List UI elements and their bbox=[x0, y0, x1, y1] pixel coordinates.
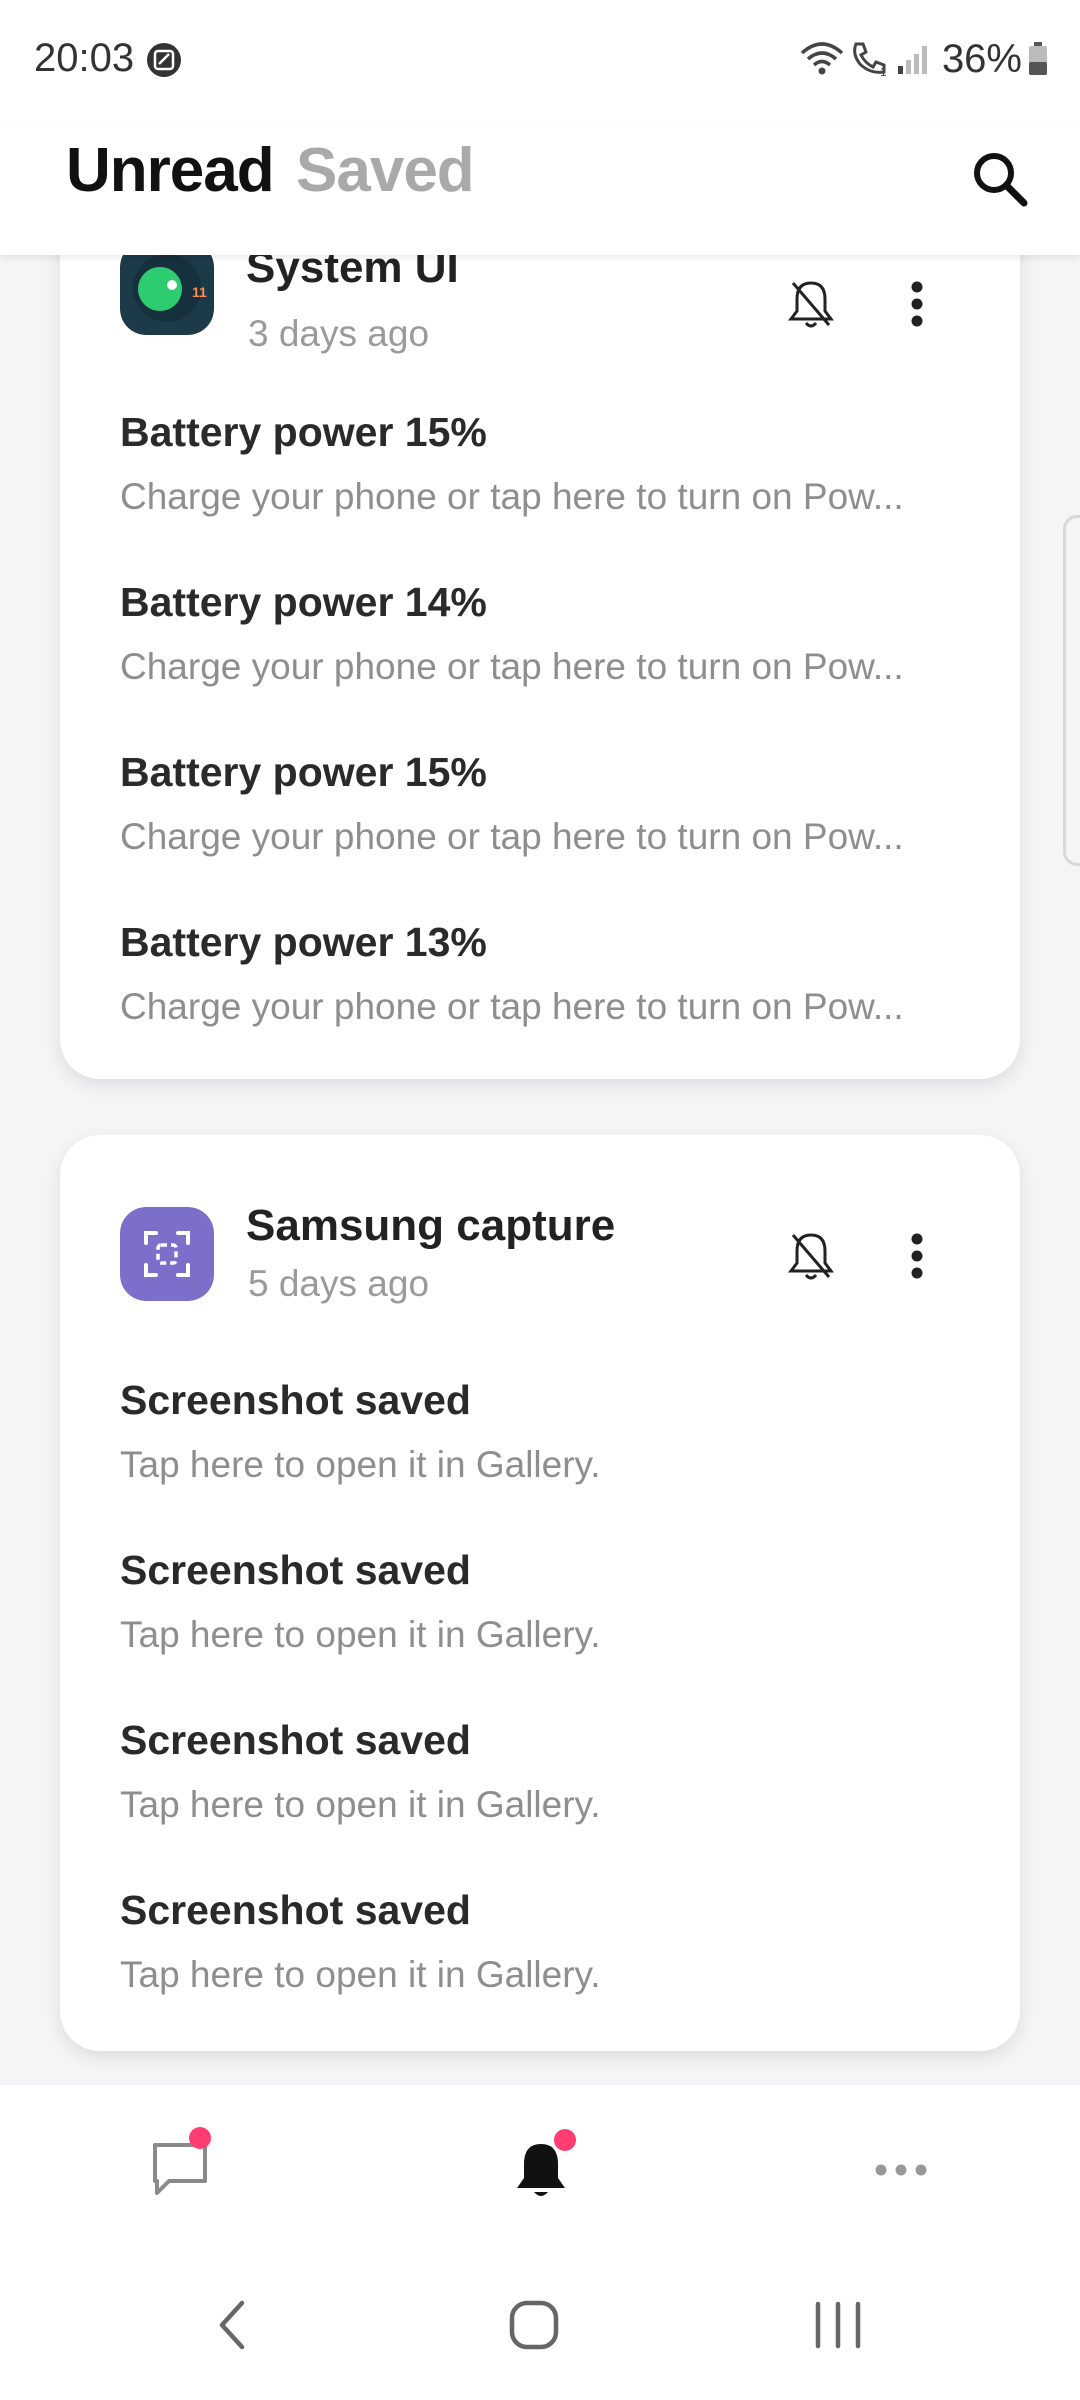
wifi-icon bbox=[800, 42, 844, 75]
app-time-ago: 5 days ago bbox=[248, 1263, 430, 1304]
notification-body: Tap here to open it in Gallery. bbox=[120, 1614, 601, 1655]
bottom-navigation bbox=[0, 2085, 1080, 2255]
notification-item[interactable]: Battery power 15% Charge your phone or t… bbox=[120, 409, 980, 518]
mute-notifications-button[interactable] bbox=[776, 1221, 846, 1291]
more-icon bbox=[875, 2164, 927, 2176]
signal-icon bbox=[897, 46, 927, 74]
svg-text:1: 1 bbox=[880, 65, 887, 78]
bell-off-icon bbox=[788, 1233, 834, 1280]
recents-icon bbox=[815, 2301, 861, 2349]
notification-item[interactable]: Battery power 15% Charge your phone or t… bbox=[120, 749, 980, 858]
system-navigation-bar bbox=[0, 2255, 1080, 2400]
bell-off-icon bbox=[788, 281, 834, 328]
recents-button[interactable] bbox=[788, 2275, 888, 2375]
system-ui-icon: 11 bbox=[120, 255, 214, 335]
tab-saved[interactable]: Saved bbox=[296, 135, 475, 206]
notification-body: Charge your phone or tap here to turn on… bbox=[120, 476, 904, 517]
back-icon bbox=[219, 2300, 245, 2350]
notification-body: Charge your phone or tap here to turn on… bbox=[120, 816, 904, 857]
notification-item[interactable]: Battery power 14% Charge your phone or t… bbox=[120, 579, 980, 688]
more-tab[interactable] bbox=[856, 2125, 946, 2215]
notification-group-card[interactable]: Samsung capture 5 days ago Screenshot sa… bbox=[60, 1135, 1020, 2051]
home-button[interactable] bbox=[484, 2275, 584, 2375]
app-notification-icon bbox=[147, 43, 181, 77]
notification-title: Battery power 15% bbox=[120, 749, 487, 795]
vertical-dots-icon bbox=[911, 1233, 923, 1279]
notification-title: Battery power 14% bbox=[120, 579, 487, 625]
notification-title: Battery power 13% bbox=[120, 919, 487, 965]
notification-title: Screenshot saved bbox=[120, 1887, 471, 1933]
samsung-capture-icon bbox=[120, 1207, 214, 1301]
notification-list[interactable]: 11 System UI 3 days ago Battery power 15… bbox=[0, 255, 1080, 2085]
notification-title: Screenshot saved bbox=[120, 1377, 471, 1423]
back-button[interactable] bbox=[182, 2275, 282, 2375]
more-options-button[interactable] bbox=[882, 1221, 952, 1291]
app-name: Samsung capture bbox=[246, 1201, 616, 1250]
call-icon: 1 bbox=[853, 42, 887, 78]
notification-item[interactable]: Battery power 13% Charge your phone or t… bbox=[120, 919, 980, 1028]
notification-title: Screenshot saved bbox=[120, 1717, 471, 1763]
notification-item[interactable]: Screenshot saved Tap here to open it in … bbox=[120, 1717, 980, 1826]
notification-title: Screenshot saved bbox=[120, 1547, 471, 1593]
vertical-dots-icon bbox=[911, 281, 923, 327]
notification-body: Charge your phone or tap here to turn on… bbox=[120, 646, 904, 687]
unread-badge bbox=[189, 2127, 211, 2149]
search-button[interactable] bbox=[960, 139, 1040, 219]
app-header: Unread Saved bbox=[0, 125, 1080, 255]
status-icons: 1 36% bbox=[800, 34, 1048, 84]
more-options-button[interactable] bbox=[882, 269, 952, 339]
notification-body: Tap here to open it in Gallery. bbox=[120, 1784, 601, 1825]
app-name: System UI bbox=[246, 255, 459, 292]
battery-icon bbox=[1029, 42, 1047, 75]
notification-item[interactable]: Screenshot saved Tap here to open it in … bbox=[120, 1377, 980, 1486]
notifications-tab[interactable] bbox=[496, 2125, 586, 2215]
unread-badge bbox=[554, 2129, 576, 2151]
app-time-ago: 3 days ago bbox=[248, 313, 430, 354]
tab-unread[interactable]: Unread bbox=[66, 135, 275, 206]
status-time: 20:03 bbox=[34, 36, 135, 80]
battery-percent: 36% bbox=[941, 36, 1022, 81]
notification-item[interactable]: Screenshot saved Tap here to open it in … bbox=[120, 1887, 980, 1996]
icon-badge-number: 11 bbox=[192, 284, 207, 300]
messages-tab[interactable] bbox=[135, 2125, 225, 2215]
notification-body: Tap here to open it in Gallery. bbox=[120, 1954, 601, 1995]
notification-item[interactable]: Screenshot saved Tap here to open it in … bbox=[120, 1547, 980, 1656]
home-icon bbox=[509, 2300, 559, 2350]
mute-notifications-button[interactable] bbox=[776, 269, 846, 339]
scroll-handle[interactable] bbox=[1063, 515, 1080, 866]
notification-body: Charge your phone or tap here to turn on… bbox=[120, 986, 904, 1027]
notification-body: Tap here to open it in Gallery. bbox=[120, 1444, 601, 1485]
notification-title: Battery power 15% bbox=[120, 409, 487, 455]
status-bar: 20:03 1 36% bbox=[0, 0, 1080, 125]
search-icon bbox=[974, 153, 1028, 207]
notification-group-card[interactable]: 11 System UI 3 days ago Battery power 15… bbox=[60, 255, 1020, 1079]
